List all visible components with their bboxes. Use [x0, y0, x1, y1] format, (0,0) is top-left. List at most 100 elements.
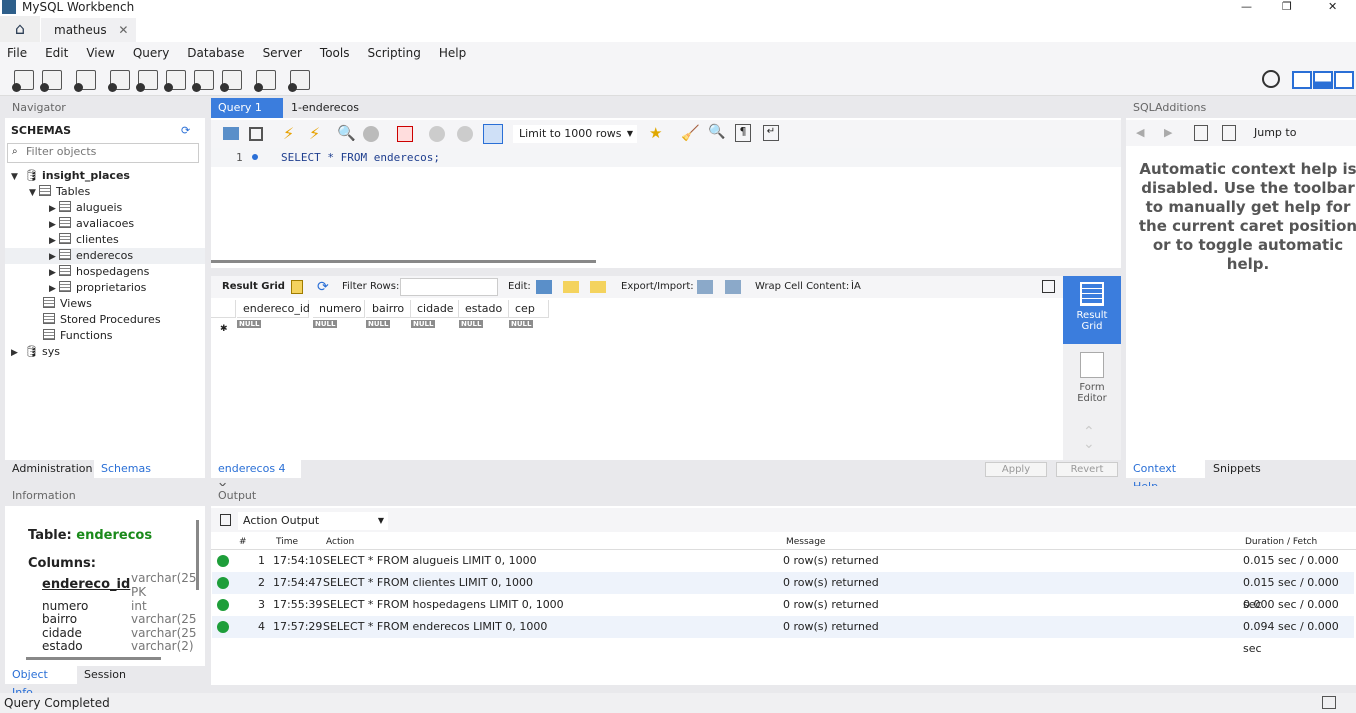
close-tab-icon[interactable]: ✕: [118, 23, 128, 37]
limit-rows-select[interactable]: Limit to 1000 rows ▼: [513, 125, 637, 143]
null-cell[interactable]: NULL: [411, 320, 436, 328]
form-editor-button[interactable]: Form Editor: [1063, 348, 1121, 410]
table-item-selected[interactable]: ▶ enderecos: [5, 248, 205, 264]
import-icon[interactable]: [725, 280, 741, 294]
create-schema-icon[interactable]: [108, 70, 130, 92]
views-node[interactable]: Views: [11, 296, 205, 312]
null-cell[interactable]: NULL: [313, 320, 338, 328]
jump-to-select[interactable]: Jump to: [1254, 120, 1296, 146]
table-item[interactable]: ▶ alugueis: [11, 200, 205, 216]
tab-snippets[interactable]: Snippets: [1206, 460, 1268, 478]
column-header[interactable]: bairro: [366, 300, 411, 318]
column-header[interactable]: estado: [459, 300, 509, 318]
back-icon[interactable]: ◀: [1136, 120, 1144, 146]
open-sql-script-icon[interactable]: [40, 70, 62, 92]
scroll-arrows-icon[interactable]: ⌃ ⌄: [1083, 425, 1095, 451]
create-view-icon[interactable]: [164, 70, 186, 92]
null-cell[interactable]: NULL: [366, 320, 391, 328]
tables-node[interactable]: ▼ Tables: [11, 184, 205, 200]
rollback-icon[interactable]: [457, 126, 473, 142]
filter-box[interactable]: ⌕: [7, 143, 199, 163]
table-item[interactable]: ▶ hospedagens: [11, 264, 205, 280]
autocommit-icon[interactable]: [483, 124, 503, 144]
table-item[interactable]: ▶ avaliacoes: [11, 216, 205, 232]
info-vscrollbar[interactable]: [196, 520, 199, 590]
column-header[interactable]: cep: [509, 300, 549, 318]
wrap-lines-icon[interactable]: ↵: [763, 125, 779, 141]
stop-icon[interactable]: [363, 126, 379, 142]
table-item[interactable]: ▶ proprietarios: [11, 280, 205, 296]
add-row-icon[interactable]: [563, 281, 579, 293]
table-item[interactable]: ▶ clientes: [11, 232, 205, 248]
procedures-node[interactable]: Stored Procedures: [11, 312, 205, 328]
result-grid-label[interactable]: Result Grid: [222, 276, 285, 298]
schema-sys[interactable]: ▶ 🛢 sys: [11, 344, 205, 360]
minimize-button[interactable]: —: [1241, 0, 1252, 13]
output-row[interactable]: 1 17:54:10 SELECT * FROM alugueis LIMIT 0…: [212, 550, 1354, 589]
editor-hscrollbar[interactable]: [211, 260, 596, 263]
column-header[interactable]: cidade: [411, 300, 459, 318]
null-cell[interactable]: NULL: [509, 320, 534, 328]
filter-rows-input[interactable]: [400, 278, 498, 296]
export-icon[interactable]: [697, 280, 713, 294]
result-tab[interactable]: enderecos 4 ✕: [211, 460, 301, 493]
grid-layout-icon[interactable]: [291, 280, 303, 294]
close-window-button[interactable]: ✕: [1328, 0, 1337, 13]
edit-cell-icon[interactable]: [536, 280, 552, 294]
preferences-gear-icon[interactable]: [1262, 70, 1280, 88]
home-icon[interactable]: ⌂: [0, 16, 40, 42]
menu-view[interactable]: View: [86, 46, 114, 60]
output-row[interactable]: 3 17:55:39 SELECT * FROM hospedagens LIMI…: [212, 594, 1354, 633]
revert-button[interactable]: Revert: [1056, 462, 1118, 477]
add-snippet-star-icon[interactable]: ★: [649, 124, 662, 142]
sql-editor-text[interactable]: SELECT * FROM enderecos;: [281, 151, 440, 164]
status-menu-icon[interactable]: [1322, 696, 1336, 709]
result-grid-button[interactable]: Result Grid: [1063, 276, 1121, 344]
functions-node[interactable]: Functions: [11, 328, 205, 344]
delete-row-icon[interactable]: [590, 281, 606, 293]
save-icon[interactable]: [249, 127, 263, 141]
filter-objects-input[interactable]: [26, 145, 196, 158]
toggle-continue-on-error-icon[interactable]: [397, 126, 413, 142]
forward-icon[interactable]: ▶: [1164, 120, 1172, 146]
output-row[interactable]: 4 17:57:29 SELECT * FROM enderecos LIMIT …: [212, 616, 1354, 655]
tab-session[interactable]: Session: [77, 666, 133, 684]
create-table-icon[interactable]: [136, 70, 158, 92]
output-row[interactable]: 2 17:54:47 SELECT * FROM clientes LIMIT 0…: [212, 572, 1354, 611]
create-function-icon[interactable]: [220, 70, 242, 92]
tab-schemas[interactable]: Schemas: [94, 460, 180, 478]
null-cell[interactable]: NULL: [459, 320, 484, 328]
commit-icon[interactable]: [429, 126, 445, 142]
info-hscrollbar[interactable]: [26, 657, 161, 660]
find-icon[interactable]: 🔍: [708, 124, 725, 140]
auto-help-icon[interactable]: [1222, 125, 1236, 141]
table-tab[interactable]: 1-enderecos: [291, 98, 359, 118]
menu-help[interactable]: Help: [439, 46, 466, 60]
reconnect-icon[interactable]: [288, 70, 310, 92]
menu-scripting[interactable]: Scripting: [367, 46, 420, 60]
new-sql-tab-icon[interactable]: [12, 70, 34, 92]
menu-tools[interactable]: Tools: [320, 46, 350, 60]
create-procedure-icon[interactable]: [192, 70, 214, 92]
query-tab[interactable]: Query 1: [211, 98, 283, 118]
inspector-icon[interactable]: [74, 70, 96, 92]
null-cell[interactable]: NULL: [237, 320, 262, 328]
menu-database[interactable]: Database: [187, 46, 244, 60]
tab-administration[interactable]: Administration: [5, 460, 100, 478]
explain-icon[interactable]: 🔍: [337, 124, 356, 142]
refresh-icon[interactable]: ⟳: [317, 276, 329, 298]
toggle-output-icon[interactable]: [1313, 71, 1333, 89]
tab-object-info[interactable]: Object Info: [5, 666, 77, 699]
column-header[interactable]: numero: [313, 300, 365, 318]
open-file-icon[interactable]: [223, 127, 239, 140]
output-type-select[interactable]: Action Output ▼: [238, 512, 388, 530]
toggle-sidebar-icon[interactable]: [1292, 71, 1312, 89]
connection-tab[interactable]: matheus ✕: [41, 18, 136, 42]
menu-edit[interactable]: Edit: [45, 46, 68, 60]
tab-context-help[interactable]: Context Help: [1126, 460, 1205, 493]
execute-current-icon[interactable]: ⚡: [309, 124, 320, 143]
copy-icon[interactable]: [220, 514, 231, 526]
menu-query[interactable]: Query: [133, 46, 169, 60]
menu-file[interactable]: File: [7, 46, 27, 60]
maximize-button[interactable]: ❐: [1282, 0, 1292, 13]
